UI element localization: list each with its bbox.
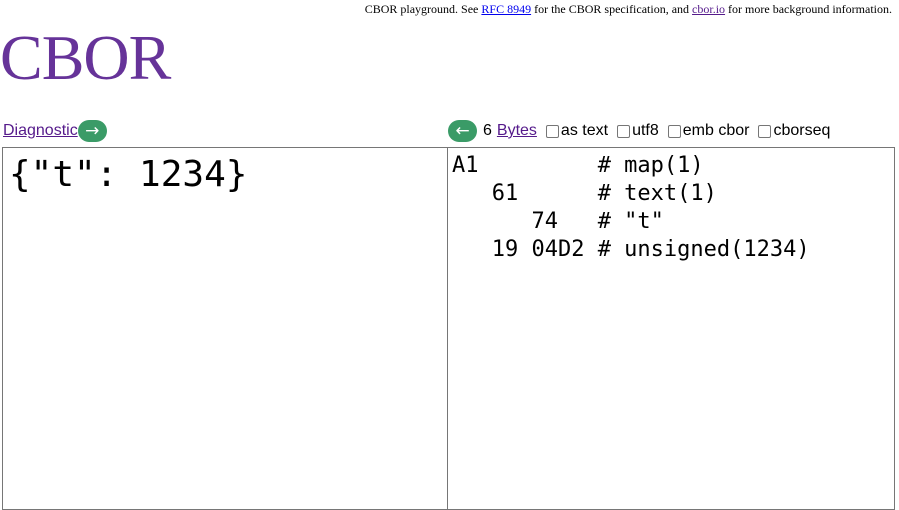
diagnostic-controls: Diagnostic → [3,119,107,143]
cborio-link[interactable]: cbor.io [692,2,725,16]
header-note-prefix: CBOR playground. See [364,2,482,16]
utf8-checkbox[interactable] [617,124,631,138]
hex-line: 61 # text(1) [452,181,717,206]
hex-dump: A1 # map(1) 61 # text(1) 74 # "t" 19 04D… [448,148,894,264]
as-text-checkbox[interactable] [545,124,559,138]
bytes-link[interactable]: Bytes [497,122,537,140]
bytes-editor[interactable]: A1 # map(1) 61 # text(1) 74 # "t" 19 04D… [447,147,895,510]
header-note: CBOR playground. See RFC 8949 for the CB… [365,2,892,17]
cborseq-checkbox[interactable] [758,124,772,138]
hex-line: A1 # map(1) [452,153,704,178]
emb-cbor-checkbox[interactable] [667,124,681,138]
page-logo: CBOR [0,22,171,93]
utf8-label: utf8 [632,122,659,139]
bytes-controls: ← 6 Bytes as text utf8 emb cbor cborseq [448,119,830,143]
diagnostic-link[interactable]: Diagnostic [3,122,78,140]
convert-left-arrow-icon[interactable]: ← [448,120,477,142]
header-note-middle: for the CBOR specification, and [531,2,693,16]
convert-right-arrow-icon[interactable]: → [77,120,107,142]
byte-count: 6 [483,122,492,139]
header-note-suffix: for more background information. [725,2,892,16]
emb-cbor-label: emb cbor [682,122,750,139]
as-text-label: as text [560,122,609,139]
diagnostic-text[interactable]: {"t": 1234} [3,148,447,195]
hex-line: 19 04D2 # unsigned(1234) [452,237,810,262]
diagnostic-editor[interactable]: {"t": 1234} [2,147,448,510]
hex-line: 74 # "t" [452,209,664,234]
cborseq-label: cborseq [773,122,831,139]
rfc-link[interactable]: RFC 8949 [481,2,531,16]
